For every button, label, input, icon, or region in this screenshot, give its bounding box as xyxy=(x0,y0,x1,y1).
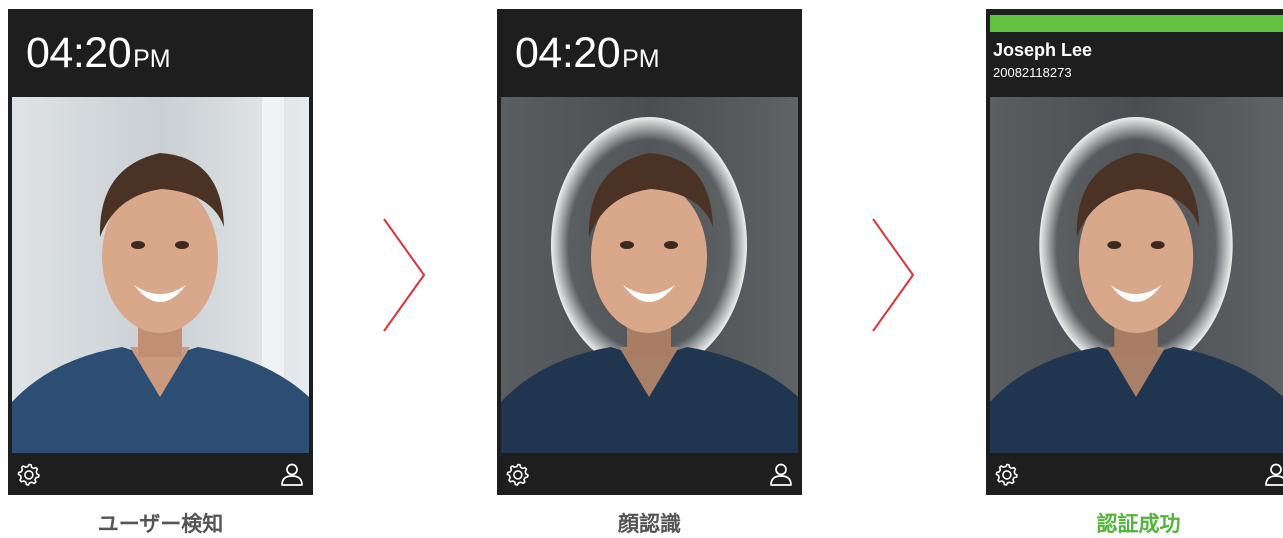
step-caption-user-detection: ユーザー検知 xyxy=(97,512,224,536)
clock: 04:20PM xyxy=(26,29,171,78)
device-header: Joseph Lee 20082118273 xyxy=(986,9,1283,97)
device-footer xyxy=(497,453,802,495)
user-name: Joseph Lee xyxy=(993,40,1093,60)
user-id: 20082118273 xyxy=(993,65,1072,80)
face-photo xyxy=(12,97,309,453)
user-icon[interactable] xyxy=(1263,461,1283,487)
gear-icon[interactable] xyxy=(994,461,1020,487)
device-footer xyxy=(8,453,313,495)
face-photo xyxy=(501,97,798,453)
user-icon[interactable] xyxy=(768,461,794,487)
clock-time: 04:20 xyxy=(515,29,621,77)
device-footer xyxy=(986,453,1283,495)
camera-view xyxy=(990,97,1283,453)
device-header: 04:20PM xyxy=(497,9,802,97)
chevron-right-icon xyxy=(872,218,915,332)
camera-view xyxy=(501,97,798,453)
device-screen-authentication-success: Joseph Lee 20082118273 xyxy=(986,9,1283,495)
face-photo xyxy=(990,97,1283,453)
success-status-bar xyxy=(990,15,1283,32)
step-caption-authentication-success: 認証成功 xyxy=(1096,512,1181,536)
clock-ampm: PM xyxy=(133,45,171,73)
camera-view xyxy=(12,97,309,453)
clock-ampm: PM xyxy=(622,45,660,73)
device-header: 04:20PM xyxy=(8,9,313,97)
gear-icon[interactable] xyxy=(16,461,42,487)
clock-time: 04:20 xyxy=(26,29,132,77)
device-screen-user-detection: 04:20PM xyxy=(8,9,313,495)
user-icon[interactable] xyxy=(279,461,305,487)
chevron-right-icon xyxy=(383,218,426,332)
device-screen-face-recognition: 04:20PM xyxy=(497,9,802,495)
gear-icon[interactable] xyxy=(505,461,531,487)
clock: 04:20PM xyxy=(515,29,660,78)
step-caption-face-recognition: 顔認識 xyxy=(618,512,681,536)
